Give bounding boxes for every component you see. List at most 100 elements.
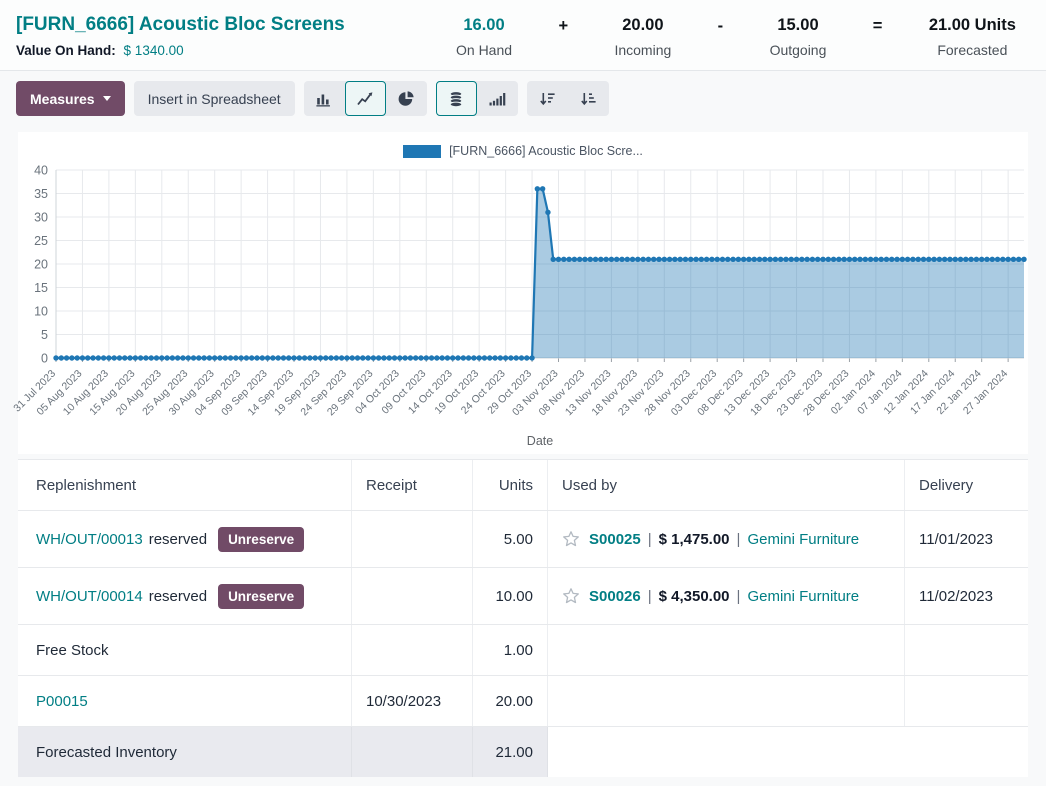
table-row: Free Stock 1.00 xyxy=(18,625,1028,676)
sort-button-group xyxy=(527,81,609,116)
used-by-cell: S00026 | $ 4,350.00 | Gemini Furniture xyxy=(548,568,905,624)
chart-mode-button-group xyxy=(436,81,518,116)
sort-ascending-icon[interactable] xyxy=(568,81,609,116)
value-on-hand-amount: $ 1340.00 xyxy=(124,43,184,58)
svg-text:35: 35 xyxy=(34,187,48,201)
line-chart-icon[interactable] xyxy=(345,81,386,116)
free-stock-label: Free Stock xyxy=(18,625,352,675)
replenishment-cell: WH/OUT/00013 reserved Unreserve xyxy=(18,511,352,567)
cumulative-icon[interactable] xyxy=(477,81,518,116)
favorite-star-icon[interactable] xyxy=(562,530,580,548)
forecast-stats: 16.00 On Hand + 20.00 Incoming - 15.00 O… xyxy=(456,16,1016,58)
delivery-order-link[interactable]: WH/OUT/00013 xyxy=(36,531,143,548)
table-footer-row: Forecasted Inventory 21.00 xyxy=(18,727,1028,777)
stat-incoming: 20.00 Incoming xyxy=(614,16,671,58)
product-info: [FURN_6666] Acoustic Bloc Screens Value … xyxy=(16,14,345,58)
legend-label: [FURN_6666] Acoustic Bloc Scre... xyxy=(449,144,643,158)
svg-text:10: 10 xyxy=(34,305,48,319)
measures-button[interactable]: Measures xyxy=(16,81,125,116)
delivery-date-cell: 11/01/2023 xyxy=(905,511,1028,567)
delivery-date-cell xyxy=(905,676,1028,726)
stat-outgoing: 15.00 Outgoing xyxy=(770,16,827,58)
sort-descending-icon[interactable] xyxy=(527,81,568,116)
sale-order-link[interactable]: S00026 xyxy=(589,588,641,605)
footer-empty-cell xyxy=(548,727,1028,777)
chart-type-button-group xyxy=(304,81,427,116)
col-units: Units xyxy=(473,460,548,510)
svg-text:Date: Date xyxy=(527,434,553,448)
reserved-status: reserved xyxy=(149,531,207,548)
used-by-cell: S00025 | $ 1,475.00 | Gemini Furniture xyxy=(548,511,905,567)
col-replenishment: Replenishment xyxy=(18,460,352,510)
col-receipt: Receipt xyxy=(352,460,473,510)
svg-text:40: 40 xyxy=(34,164,48,178)
sale-order-link[interactable]: S00025 xyxy=(589,531,641,548)
forecast-table: Replenishment Receipt Units Used by Deli… xyxy=(18,459,1028,777)
receipt-cell xyxy=(352,568,473,624)
col-delivery: Delivery xyxy=(905,460,1028,510)
forecasted-inventory-label: Forecasted Inventory xyxy=(18,727,352,777)
page-header: [FURN_6666] Acoustic Bloc Screens Value … xyxy=(0,0,1046,71)
replenishment-cell: P00015 xyxy=(18,676,352,726)
bar-chart-icon[interactable] xyxy=(304,81,345,116)
delivery-order-link[interactable]: WH/OUT/00014 xyxy=(36,588,143,605)
table-row: WH/OUT/00013 reserved Unreserve 5.00 S00… xyxy=(18,511,1028,568)
purchase-order-link[interactable]: P00015 xyxy=(36,693,88,710)
value-on-hand-label: Value On Hand: xyxy=(16,43,116,58)
receipt-cell xyxy=(352,511,473,567)
used-by-cell xyxy=(548,625,905,675)
insert-in-spreadsheet-button[interactable]: Insert in Spreadsheet xyxy=(134,81,295,116)
incoming-value: 20.00 xyxy=(614,16,671,35)
svg-text:5: 5 xyxy=(41,328,48,342)
table-row: P00015 10/30/2023 20.00 xyxy=(18,676,1028,727)
outgoing-value: 15.00 xyxy=(770,16,827,35)
separator: | xyxy=(648,531,652,548)
legend-swatch xyxy=(403,145,441,158)
caret-down-icon xyxy=(103,96,111,101)
replenishment-cell: WH/OUT/00014 reserved Unreserve xyxy=(18,568,352,624)
on-hand-value: 16.00 xyxy=(456,16,512,35)
toolbar: Measures Insert in Spreadsheet xyxy=(0,71,1046,116)
measures-label: Measures xyxy=(30,91,95,107)
unreserve-button[interactable]: Unreserve xyxy=(218,527,304,552)
forecast-chart-panel: [FURN_6666] Acoustic Bloc Scre... 051015… xyxy=(18,132,1028,454)
chart-legend[interactable]: [FURN_6666] Acoustic Bloc Scre... xyxy=(18,140,1028,162)
svg-text:20: 20 xyxy=(34,258,48,272)
svg-text:0: 0 xyxy=(41,352,48,366)
delivery-date-cell xyxy=(905,625,1028,675)
units-cell: 10.00 xyxy=(473,568,548,624)
stacked-icon[interactable] xyxy=(436,81,477,116)
units-cell: 1.00 xyxy=(473,625,548,675)
table-row: WH/OUT/00014 reserved Unreserve 10.00 S0… xyxy=(18,568,1028,625)
order-amount: $ 1,475.00 xyxy=(659,531,730,548)
separator: | xyxy=(737,531,741,548)
incoming-label: Incoming xyxy=(614,42,671,58)
units-cell: 20.00 xyxy=(473,676,548,726)
outgoing-label: Outgoing xyxy=(770,42,827,58)
unreserve-button[interactable]: Unreserve xyxy=(218,584,304,609)
stat-forecasted: 21.00 Units Forecasted xyxy=(929,16,1016,58)
separator: | xyxy=(737,588,741,605)
forecasted-inventory-units: 21.00 xyxy=(473,727,548,777)
pie-chart-icon[interactable] xyxy=(386,81,427,116)
page-title: [FURN_6666] Acoustic Bloc Screens xyxy=(16,14,345,36)
forecast-area-chart: 051015202530354031 Jul 202305 Aug 202310… xyxy=(18,162,1028,454)
receipt-cell: 10/30/2023 xyxy=(352,676,473,726)
customer-link[interactable]: Gemini Furniture xyxy=(747,588,859,605)
forecasted-label: Forecasted xyxy=(929,42,1016,58)
on-hand-label: On Hand xyxy=(456,42,512,58)
stat-on-hand: 16.00 On Hand xyxy=(456,16,512,58)
reserved-status: reserved xyxy=(149,588,207,605)
delivery-date-cell: 11/02/2023 xyxy=(905,568,1028,624)
favorite-star-icon[interactable] xyxy=(562,587,580,605)
col-used-by: Used by xyxy=(548,460,905,510)
minus-operator: - xyxy=(718,16,724,36)
customer-link[interactable]: Gemini Furniture xyxy=(747,531,859,548)
receipt-cell xyxy=(352,727,473,777)
order-amount: $ 4,350.00 xyxy=(659,588,730,605)
units-cell: 5.00 xyxy=(473,511,548,567)
separator: | xyxy=(648,588,652,605)
value-on-hand: Value On Hand: $ 1340.00 xyxy=(16,43,345,58)
svg-text:30: 30 xyxy=(34,211,48,225)
used-by-cell xyxy=(548,676,905,726)
